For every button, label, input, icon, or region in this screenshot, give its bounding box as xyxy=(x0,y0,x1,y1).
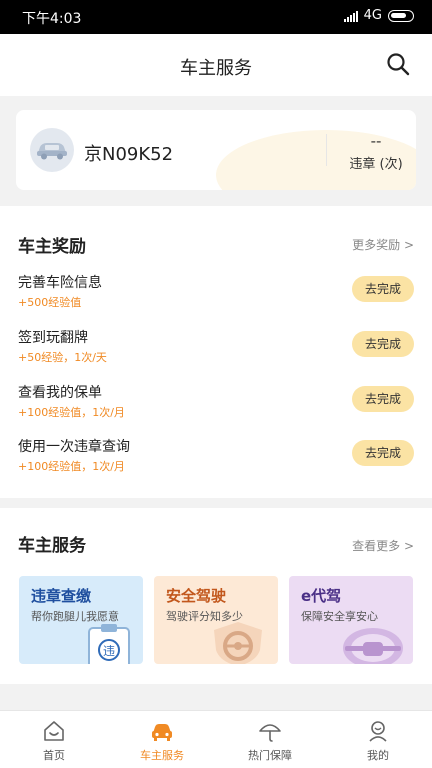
umbrella-icon xyxy=(259,724,281,742)
search-icon[interactable] xyxy=(386,52,410,76)
task-item: 使用一次违章查询 +100经验值，1次/月 去完成 xyxy=(0,436,432,486)
service-title: e代驾 xyxy=(301,587,342,605)
task-name: 签到玩翻牌 xyxy=(18,330,88,346)
more-services-link[interactable]: 查看更多 > xyxy=(352,537,414,554)
complete-task-button[interactable]: 去完成 xyxy=(352,331,414,357)
violation-service-card[interactable]: 违章查缴 帮你跑腿儿我愿意 违 xyxy=(19,576,143,664)
task-name: 查看我的保单 xyxy=(18,385,102,401)
task-item: 查看我的保单 +100经验值，1次/月 去完成 xyxy=(0,382,432,432)
rewards-section: 车主奖励 更多奖励 > 完善车险信息 +500经验值 去完成 签到玩翻牌 +50… xyxy=(0,206,432,498)
tab-label: 首页 xyxy=(43,749,65,762)
network-type: 4G xyxy=(363,8,382,23)
car-icon xyxy=(37,143,67,160)
shield-icon xyxy=(214,622,262,664)
task-name: 使用一次违章查询 xyxy=(18,439,130,455)
violation-label: 违章 (次) xyxy=(349,157,403,172)
page-header: 车主服务 xyxy=(0,34,432,96)
task-bonus: +100经验值，1次/月 xyxy=(18,460,125,473)
tab-car-services[interactable]: 车主服务 xyxy=(108,711,216,768)
task-bonus: +500经验值 xyxy=(18,296,82,309)
services-section: 车主服务 查看更多 > 违章查缴 帮你跑腿儿我愿意 违 安全驾驶 驾驶评分知多少… xyxy=(0,508,432,684)
home-icon xyxy=(44,721,64,741)
service-title: 违章查缴 xyxy=(31,587,92,605)
tab-popular-coverage[interactable]: 热门保障 xyxy=(216,711,324,768)
vehicle-card[interactable]: 京N09K52 -- 违章 (次) xyxy=(16,110,416,190)
task-bonus: +100经验值，1次/月 xyxy=(18,406,125,419)
safe-driving-card[interactable]: 安全驾驶 驾驶评分知多少 xyxy=(154,576,278,664)
task-item: 签到玩翻牌 +50经验，1次/天 去完成 xyxy=(0,327,432,377)
car-avatar xyxy=(30,128,74,172)
status-time: 下午4:03 xyxy=(22,11,82,27)
profile-icon xyxy=(369,721,387,742)
car-icon xyxy=(152,724,172,741)
task-name: 完善车险信息 xyxy=(18,275,102,291)
status-indicators: 4G xyxy=(343,8,414,23)
tab-profile[interactable]: 我的 xyxy=(324,711,432,768)
bottom-tab-bar: 首页 车主服务 热门保障 我的 xyxy=(0,710,432,768)
section-divider xyxy=(0,684,432,696)
rewards-title: 车主奖励 xyxy=(18,237,86,257)
license-plate: 京N09K52 xyxy=(84,144,174,165)
complete-task-button[interactable]: 去完成 xyxy=(352,386,414,412)
tab-label: 我的 xyxy=(367,749,389,762)
task-bonus: +50经验，1次/天 xyxy=(18,351,107,364)
card-divider xyxy=(326,134,327,166)
violation-count: -- xyxy=(370,132,382,150)
tab-label: 车主服务 xyxy=(140,749,184,762)
tab-label: 热门保障 xyxy=(248,749,292,762)
violation-badge-text: 违 xyxy=(103,644,115,658)
more-rewards-link[interactable]: 更多奖励 > xyxy=(352,236,414,253)
page-title: 车主服务 xyxy=(180,58,252,79)
complete-task-button[interactable]: 去完成 xyxy=(352,440,414,466)
task-item: 完善车险信息 +500经验值 去完成 xyxy=(0,272,432,322)
complete-task-button[interactable]: 去完成 xyxy=(352,276,414,302)
services-title: 车主服务 xyxy=(18,536,86,556)
clipboard-icon: 违 xyxy=(88,624,130,664)
e-driver-card[interactable]: e代驾 保障安全享安心 xyxy=(289,576,413,664)
tab-home[interactable]: 首页 xyxy=(0,711,108,768)
signal-icon xyxy=(343,10,358,22)
status-bar: 下午4:03 4G xyxy=(0,0,432,34)
steering-wheel-icon xyxy=(343,628,403,664)
battery-icon xyxy=(388,9,414,22)
service-title: 安全驾驶 xyxy=(166,587,227,605)
